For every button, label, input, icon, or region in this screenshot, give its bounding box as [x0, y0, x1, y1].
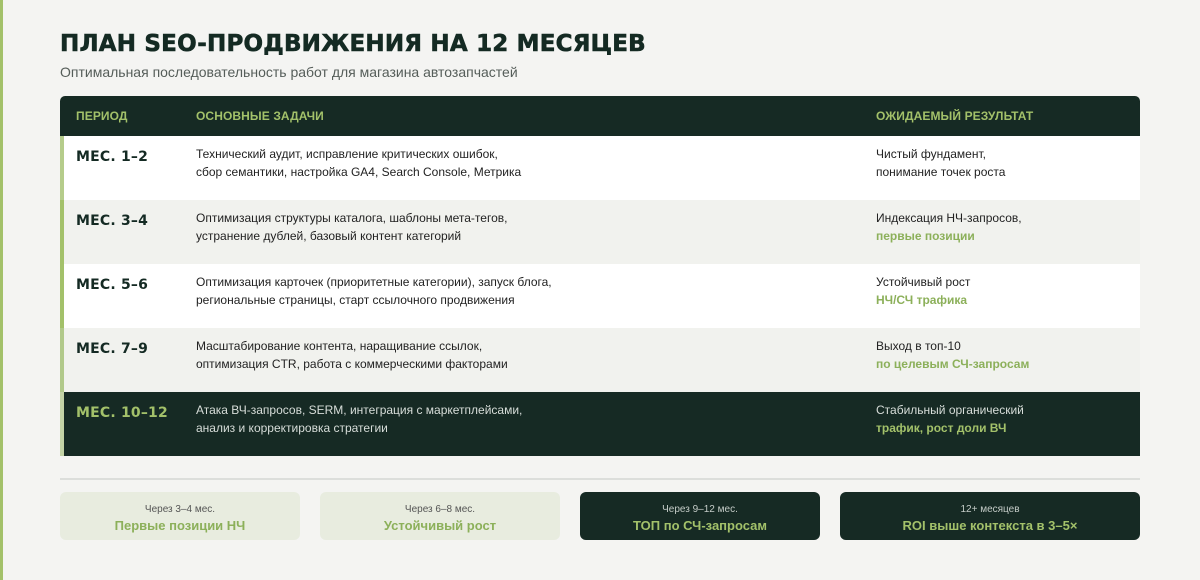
result-cell: Выход в топ-10 по целевым СЧ-запросам [876, 337, 1029, 373]
tasks-line: устранение дублей, базовый контент катег… [196, 229, 462, 243]
result-highlight: НЧ/СЧ трафика [876, 293, 968, 307]
table-row: МЕС. 1–2 Технический аудит, исправление … [60, 136, 1140, 200]
milestone-outcome: ТОП по СЧ-запросам [633, 518, 767, 533]
left-accent-bar [0, 0, 3, 580]
milestone-timeframe: Через 9–12 мес. [662, 504, 738, 515]
tasks-line: анализ и корректировка стратегии [196, 421, 388, 435]
milestone-outcome: ROI выше контекста в 3–5× [902, 518, 1078, 533]
tasks-cell: Атака ВЧ-запросов, SERM, интеграция с ма… [196, 401, 522, 437]
milestone-card: Через 9–12 мес. ТОП по СЧ-запросам [580, 492, 820, 540]
tasks-line: Технический аудит, исправление критическ… [196, 147, 498, 161]
section-divider [60, 478, 1140, 480]
result-highlight: по целевым СЧ-запросам [876, 357, 1030, 371]
milestone-timeframe: 12+ месяцев [960, 504, 1020, 515]
page-title: ПЛАН SEO-ПРОДВИЖЕНИЯ НА 12 МЕСЯЦЕВ [60, 31, 646, 58]
result-highlight: трафик, рост доли ВЧ [876, 421, 1007, 435]
table-header: ПЕРИОД ОСНОВНЫЕ ЗАДАЧИ ОЖИДАЕМЫЙ РЕЗУЛЬТ… [60, 96, 1140, 136]
result-cell: Стабильный органический трафик, рост дол… [876, 401, 1024, 437]
milestone-outcome: Устойчивый рост [383, 518, 497, 533]
tasks-cell: Масштабирование контента, наращивание сс… [196, 337, 508, 373]
column-header-tasks: ОСНОВНЫЕ ЗАДАЧИ [196, 109, 324, 123]
result-text: понимание точек роста [876, 165, 1006, 179]
seo-plan-table: ПЕРИОД ОСНОВНЫЕ ЗАДАЧИ ОЖИДАЕМЫЙ РЕЗУЛЬТ… [60, 96, 1140, 456]
milestone-cards: Через 3–4 мес. Первые позиции НЧ Через 6… [60, 492, 1140, 540]
result-cell: Индексация НЧ-запросов, первые позиции [876, 209, 1022, 245]
tasks-cell: Технический аудит, исправление критическ… [196, 145, 521, 181]
milestone-outcome: Первые позиции НЧ [114, 518, 246, 533]
tasks-line: региональные страницы, старт ссылочного … [196, 293, 515, 307]
milestone-timeframe: Через 3–4 мес. [144, 504, 216, 515]
tasks-cell: Оптимизация карточек (приоритетные катег… [196, 273, 552, 309]
milestone-card: Через 3–4 мес. Первые позиции НЧ [60, 492, 300, 540]
result-text: Устойчивый рост [876, 275, 971, 289]
period-cell: МЕС. 3–4 [76, 213, 149, 229]
period-cell: МЕС. 10–12 [76, 405, 168, 421]
result-text: Выход в топ-10 [876, 339, 961, 353]
tasks-line: Атака ВЧ-запросов, SERM, интеграция с ма… [196, 403, 523, 417]
page-subtitle: Оптимальная последовательность работ для… [60, 64, 518, 80]
table-row-final: МЕС. 10–12 Атака ВЧ-запросов, SERM, инте… [60, 392, 1140, 456]
column-header-period: ПЕРИОД [76, 109, 128, 123]
table-row: МЕС. 3–4 Оптимизация структуры каталога,… [60, 200, 1140, 264]
table-row: МЕС. 7–9 Масштабирование контента, наращ… [60, 328, 1140, 392]
milestone-card: Через 6–8 мес. Устойчивый рост [320, 492, 560, 540]
result-cell: Устойчивый рост НЧ/СЧ трафика [876, 273, 970, 309]
period-cell: МЕС. 7–9 [76, 341, 149, 357]
milestone-card: 12+ месяцев ROI выше контекста в 3–5× [840, 492, 1140, 540]
tasks-line: оптимизация CTR, работа с коммерческими … [196, 357, 508, 371]
tasks-line: Оптимизация карточек (приоритетные катег… [196, 275, 552, 289]
table-body: МЕС. 1–2 Технический аудит, исправление … [60, 136, 1140, 456]
tasks-line: Масштабирование контента, наращивание сс… [196, 339, 483, 353]
result-text: Стабильный органический [876, 403, 1024, 417]
result-text: Чистый фундамент, [876, 147, 986, 161]
column-header-result: ОЖИДАЕМЫЙ РЕЗУЛЬТАТ [876, 109, 1034, 123]
result-highlight: первые позиции [876, 229, 975, 243]
table-row: МЕС. 5–6 Оптимизация карточек (приоритет… [60, 264, 1140, 328]
result-text: Индексация НЧ-запросов, [876, 211, 1022, 225]
result-cell: Чистый фундамент, понимание точек роста [876, 145, 1005, 181]
period-cell: МЕС. 5–6 [76, 277, 149, 293]
period-cell: МЕС. 1–2 [76, 149, 149, 165]
tasks-line: сбор семантики, настройка GA4, Search Co… [196, 165, 522, 179]
milestone-timeframe: Через 6–8 мес. [404, 504, 476, 515]
tasks-cell: Оптимизация структуры каталога, шаблоны … [196, 209, 507, 245]
tasks-line: Оптимизация структуры каталога, шаблоны … [196, 211, 508, 225]
